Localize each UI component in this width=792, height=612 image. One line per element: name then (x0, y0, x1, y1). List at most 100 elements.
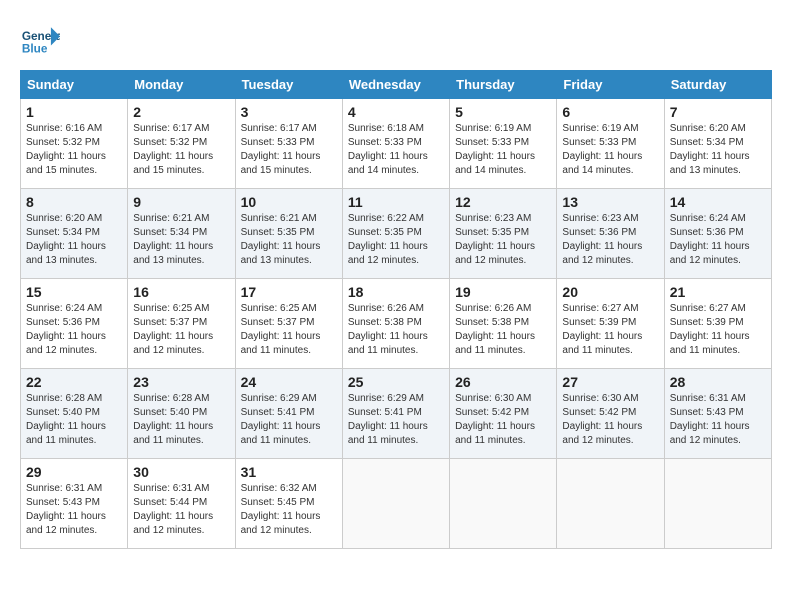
day-info: Sunrise: 6:16 AM Sunset: 5:32 PM Dayligh… (26, 122, 122, 178)
col-header-saturday: Saturday (664, 71, 771, 99)
day-number: 10 (241, 194, 337, 210)
calendar-cell: 2 Sunrise: 6:17 AM Sunset: 5:32 PM Daylig… (128, 99, 235, 189)
day-number: 23 (133, 374, 229, 390)
calendar-cell: 11 Sunrise: 6:22 AM Sunset: 5:35 PM Dayli… (342, 189, 449, 279)
day-info: Sunrise: 6:24 AM Sunset: 5:36 PM Dayligh… (670, 212, 766, 268)
day-number: 13 (562, 194, 658, 210)
day-info: Sunrise: 6:27 AM Sunset: 5:39 PM Dayligh… (562, 302, 658, 358)
calendar-cell: 29Sunrise: 6:31 AM Sunset: 5:43 PM Dayli… (21, 459, 128, 549)
calendar-cell (342, 459, 449, 549)
day-info: Sunrise: 6:17 AM Sunset: 5:33 PM Dayligh… (241, 122, 337, 178)
day-number: 19 (455, 284, 551, 300)
day-number: 24 (241, 374, 337, 390)
day-number: 6 (562, 104, 658, 120)
col-header-thursday: Thursday (450, 71, 557, 99)
calendar-cell: 25 Sunrise: 6:29 AM Sunset: 5:41 PM Dayli… (342, 369, 449, 459)
day-info: Sunrise: 6:29 AM Sunset: 5:41 PM Dayligh… (241, 392, 337, 448)
day-info: Sunrise: 6:24 AM Sunset: 5:36 PM Dayligh… (26, 302, 122, 358)
day-info: Sunrise: 6:20 AM Sunset: 5:34 PM Dayligh… (26, 212, 122, 268)
calendar-cell: 20 Sunrise: 6:27 AM Sunset: 5:39 PM Dayli… (557, 279, 664, 369)
day-info: Sunrise: 6:23 AM Sunset: 5:35 PM Dayligh… (455, 212, 551, 268)
calendar-cell: 14Sunrise: 6:24 AM Sunset: 5:36 PM Dayli… (664, 189, 771, 279)
calendar-cell: 6 Sunrise: 6:19 AM Sunset: 5:33 PM Daylig… (557, 99, 664, 189)
col-header-friday: Friday (557, 71, 664, 99)
calendar-cell: 16 Sunrise: 6:25 AM Sunset: 5:37 PM Dayli… (128, 279, 235, 369)
calendar-cell (450, 459, 557, 549)
calendar-cell: 3 Sunrise: 6:17 AM Sunset: 5:33 PM Daylig… (235, 99, 342, 189)
day-number: 2 (133, 104, 229, 120)
day-number: 27 (562, 374, 658, 390)
day-info: Sunrise: 6:21 AM Sunset: 5:35 PM Dayligh… (241, 212, 337, 268)
day-number: 26 (455, 374, 551, 390)
day-info: Sunrise: 6:26 AM Sunset: 5:38 PM Dayligh… (455, 302, 551, 358)
calendar-cell (664, 459, 771, 549)
day-number: 22 (26, 374, 122, 390)
calendar-cell: 7Sunrise: 6:20 AM Sunset: 5:34 PM Daylig… (664, 99, 771, 189)
day-number: 4 (348, 104, 444, 120)
day-number: 3 (241, 104, 337, 120)
day-number: 9 (133, 194, 229, 210)
calendar-cell: 13 Sunrise: 6:23 AM Sunset: 5:36 PM Dayli… (557, 189, 664, 279)
calendar-cell: 27 Sunrise: 6:30 AM Sunset: 5:42 PM Dayli… (557, 369, 664, 459)
day-info: Sunrise: 6:27 AM Sunset: 5:39 PM Dayligh… (670, 302, 766, 358)
day-info: Sunrise: 6:17 AM Sunset: 5:32 PM Dayligh… (133, 122, 229, 178)
day-number: 8 (26, 194, 122, 210)
day-info: Sunrise: 6:32 AM Sunset: 5:45 PM Dayligh… (241, 482, 337, 538)
day-info: Sunrise: 6:20 AM Sunset: 5:34 PM Dayligh… (670, 122, 766, 178)
day-info: Sunrise: 6:25 AM Sunset: 5:37 PM Dayligh… (241, 302, 337, 358)
day-info: Sunrise: 6:22 AM Sunset: 5:35 PM Dayligh… (348, 212, 444, 268)
page-header: General Blue (20, 20, 772, 60)
day-number: 28 (670, 374, 766, 390)
day-number: 1 (26, 104, 122, 120)
day-info: Sunrise: 6:29 AM Sunset: 5:41 PM Dayligh… (348, 392, 444, 448)
day-info: Sunrise: 6:30 AM Sunset: 5:42 PM Dayligh… (455, 392, 551, 448)
day-info: Sunrise: 6:30 AM Sunset: 5:42 PM Dayligh… (562, 392, 658, 448)
day-info: Sunrise: 6:28 AM Sunset: 5:40 PM Dayligh… (133, 392, 229, 448)
calendar-cell: 28 Sunrise: 6:31 AM Sunset: 5:43 PM Dayli… (664, 369, 771, 459)
day-number: 25 (348, 374, 444, 390)
calendar-cell: 1 Sunrise: 6:16 AM Sunset: 5:32 PM Daylig… (21, 99, 128, 189)
calendar-cell (557, 459, 664, 549)
day-number: 18 (348, 284, 444, 300)
calendar-cell: 5 Sunrise: 6:19 AM Sunset: 5:33 PM Daylig… (450, 99, 557, 189)
calendar-cell: 23 Sunrise: 6:28 AM Sunset: 5:40 PM Dayli… (128, 369, 235, 459)
day-number: 15 (26, 284, 122, 300)
calendar-table: SundayMondayTuesdayWednesdayThursdayFrid… (20, 70, 772, 549)
calendar-cell: 8 Sunrise: 6:20 AM Sunset: 5:34 PM Daylig… (21, 189, 128, 279)
calendar-cell: 26 Sunrise: 6:30 AM Sunset: 5:42 PM Dayli… (450, 369, 557, 459)
day-number: 20 (562, 284, 658, 300)
col-header-wednesday: Wednesday (342, 71, 449, 99)
day-info: Sunrise: 6:26 AM Sunset: 5:38 PM Dayligh… (348, 302, 444, 358)
calendar-cell: 18 Sunrise: 6:26 AM Sunset: 5:38 PM Dayli… (342, 279, 449, 369)
col-header-sunday: Sunday (21, 71, 128, 99)
calendar-cell: 22Sunrise: 6:28 AM Sunset: 5:40 PM Dayli… (21, 369, 128, 459)
col-header-tuesday: Tuesday (235, 71, 342, 99)
day-number: 31 (241, 464, 337, 480)
day-info: Sunrise: 6:23 AM Sunset: 5:36 PM Dayligh… (562, 212, 658, 268)
calendar-cell: 21 Sunrise: 6:27 AM Sunset: 5:39 PM Dayli… (664, 279, 771, 369)
day-info: Sunrise: 6:21 AM Sunset: 5:34 PM Dayligh… (133, 212, 229, 268)
calendar-cell: 15 Sunrise: 6:24 AM Sunset: 5:36 PM Dayli… (21, 279, 128, 369)
day-number: 17 (241, 284, 337, 300)
day-info: Sunrise: 6:18 AM Sunset: 5:33 PM Dayligh… (348, 122, 444, 178)
calendar-cell: 4 Sunrise: 6:18 AM Sunset: 5:33 PM Daylig… (342, 99, 449, 189)
day-number: 29 (26, 464, 122, 480)
day-info: Sunrise: 6:19 AM Sunset: 5:33 PM Dayligh… (562, 122, 658, 178)
logo: General Blue (20, 20, 64, 60)
day-number: 12 (455, 194, 551, 210)
day-number: 30 (133, 464, 229, 480)
day-info: Sunrise: 6:31 AM Sunset: 5:43 PM Dayligh… (670, 392, 766, 448)
day-info: Sunrise: 6:25 AM Sunset: 5:37 PM Dayligh… (133, 302, 229, 358)
day-number: 5 (455, 104, 551, 120)
calendar-cell: 31 Sunrise: 6:32 AM Sunset: 5:45 PM Dayli… (235, 459, 342, 549)
col-header-monday: Monday (128, 71, 235, 99)
calendar-cell: 10 Sunrise: 6:21 AM Sunset: 5:35 PM Dayli… (235, 189, 342, 279)
calendar-cell: 24 Sunrise: 6:29 AM Sunset: 5:41 PM Dayli… (235, 369, 342, 459)
day-info: Sunrise: 6:19 AM Sunset: 5:33 PM Dayligh… (455, 122, 551, 178)
day-number: 16 (133, 284, 229, 300)
day-number: 21 (670, 284, 766, 300)
calendar-cell: 12 Sunrise: 6:23 AM Sunset: 5:35 PM Dayli… (450, 189, 557, 279)
calendar-cell: 19 Sunrise: 6:26 AM Sunset: 5:38 PM Dayli… (450, 279, 557, 369)
day-number: 11 (348, 194, 444, 210)
svg-text:Blue: Blue (22, 42, 48, 56)
